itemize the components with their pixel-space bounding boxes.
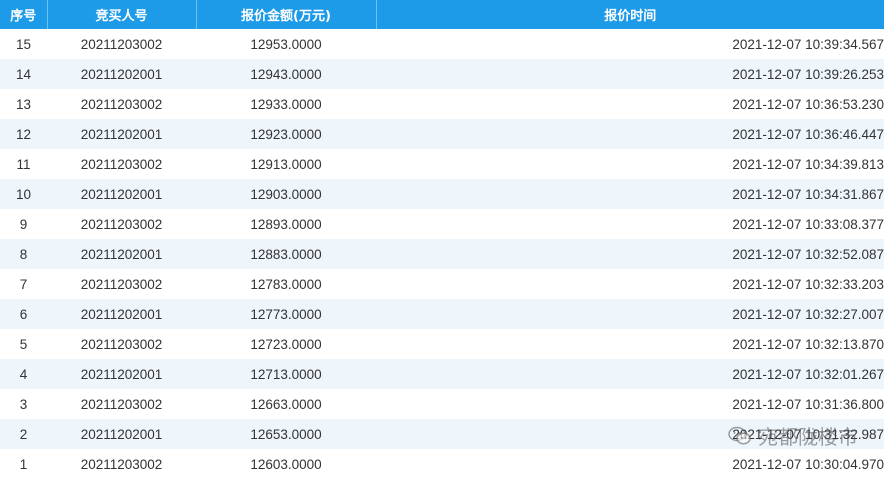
cell-bidder: 20211202001 — [47, 299, 196, 329]
cell-bidder: 20211203002 — [47, 269, 196, 299]
cell-seq: 3 — [0, 389, 47, 419]
cell-time: 2021-12-07 10:39:34.567 — [376, 29, 884, 59]
cell-seq: 11 — [0, 149, 47, 179]
cell-seq: 2 — [0, 419, 47, 449]
cell-seq: 14 — [0, 59, 47, 89]
cell-seq: 12 — [0, 119, 47, 149]
cell-time: 2021-12-07 10:39:26.253 — [376, 59, 884, 89]
table-row: 1 20211203002 12603.0000 2021-12-07 10:30:0… — [0, 449, 884, 479]
header-time: 报价时间 — [376, 0, 884, 29]
cell-amount: 12723.0000 — [196, 329, 376, 359]
cell-bidder: 20211203002 — [47, 449, 196, 479]
cell-time: 2021-12-07 10:34:39.813 — [376, 149, 884, 179]
table-header-row: 序号 竞买人号 报价金额(万元) 报价时间 — [0, 0, 884, 29]
cell-time: 2021-12-07 10:32:27.007 — [376, 299, 884, 329]
cell-seq: 13 — [0, 89, 47, 119]
table-row: 3 20211203002 12663.0000 2021-12-07 10:31:3… — [0, 389, 884, 419]
cell-bidder: 20211202001 — [47, 119, 196, 149]
cell-bidder: 20211203002 — [47, 149, 196, 179]
cell-bidder: 20211203002 — [47, 29, 196, 59]
table-row: 6 20211202001 12773.0000 2021-12-07 10:32:2… — [0, 299, 884, 329]
cell-amount: 12773.0000 — [196, 299, 376, 329]
cell-time: 2021-12-07 10:34:31.867 — [376, 179, 884, 209]
table-row: 13 20211203002 12933.0000 2021-12-07 10:36:… — [0, 89, 884, 119]
cell-amount: 12893.0000 — [196, 209, 376, 239]
cell-seq: 9 — [0, 209, 47, 239]
table-row: 14 20211202001 12943.0000 2021-12-07 10:39:… — [0, 59, 884, 89]
cell-seq: 5 — [0, 329, 47, 359]
cell-bidder: 20211203002 — [47, 209, 196, 239]
cell-amount: 12953.0000 — [196, 29, 376, 59]
cell-seq: 10 — [0, 179, 47, 209]
table-row: 11 20211203002 12913.0000 2021-12-07 10:34:… — [0, 149, 884, 179]
cell-amount: 12783.0000 — [196, 269, 376, 299]
cell-time: 2021-12-07 10:32:33.203 — [376, 269, 884, 299]
cell-seq: 1 — [0, 449, 47, 479]
cell-bidder: 20211203002 — [47, 89, 196, 119]
cell-seq: 7 — [0, 269, 47, 299]
bid-history-table: 序号 竞买人号 报价金额(万元) 报价时间 15 20211203002 12953… — [0, 0, 884, 479]
table-row: 5 20211203002 12723.0000 2021-12-07 10:32:1… — [0, 329, 884, 359]
cell-time: 2021-12-07 10:32:13.870 — [376, 329, 884, 359]
cell-time: 2021-12-07 10:36:46.447 — [376, 119, 884, 149]
cell-time: 2021-12-07 10:32:52.087 — [376, 239, 884, 269]
cell-amount: 12903.0000 — [196, 179, 376, 209]
cell-seq: 6 — [0, 299, 47, 329]
table-row: 7 20211203002 12783.0000 2021-12-07 10:32:3… — [0, 269, 884, 299]
cell-time: 2021-12-07 10:36:53.230 — [376, 89, 884, 119]
table-header: 序号 竞买人号 报价金额(万元) 报价时间 — [0, 0, 884, 29]
table-row: 2 20211202001 12653.0000 2021-12-07 10:31:3… — [0, 419, 884, 449]
header-amount: 报价金额(万元) — [196, 0, 377, 29]
cell-amount: 12923.0000 — [196, 119, 376, 149]
table-row: 9 20211203002 12893.0000 2021-12-07 10:33:0… — [0, 209, 884, 239]
cell-bidder: 20211202001 — [47, 419, 196, 449]
cell-amount: 12713.0000 — [196, 359, 376, 389]
cell-time: 2021-12-07 10:31:36.800 — [376, 389, 884, 419]
table-body: 15 20211203002 12953.0000 2021-12-07 10:39:… — [0, 29, 884, 479]
cell-amount: 12943.0000 — [196, 59, 376, 89]
cell-amount: 12913.0000 — [196, 149, 376, 179]
table-row: 4 20211202001 12713.0000 2021-12-07 10:32:0… — [0, 359, 884, 389]
cell-bidder: 20211202001 — [47, 59, 196, 89]
cell-time: 2021-12-07 10:33:08.377 — [376, 209, 884, 239]
cell-amount: 12883.0000 — [196, 239, 376, 269]
cell-amount: 12603.0000 — [196, 449, 376, 479]
cell-amount: 12933.0000 — [196, 89, 376, 119]
cell-bidder: 20211203002 — [47, 389, 196, 419]
cell-amount: 12653.0000 — [196, 419, 376, 449]
cell-seq: 4 — [0, 359, 47, 389]
cell-bidder: 20211202001 — [47, 359, 196, 389]
cell-bidder: 20211202001 — [47, 239, 196, 269]
cell-amount: 12663.0000 — [196, 389, 376, 419]
table-row: 10 20211202001 12903.0000 2021-12-07 10:34:… — [0, 179, 884, 209]
header-bidder: 竞买人号 — [47, 0, 197, 29]
table-row: 15 20211203002 12953.0000 2021-12-07 10:39:… — [0, 29, 884, 59]
cell-time: 2021-12-07 10:30:04.970 — [376, 449, 884, 479]
table-row: 12 20211202001 12923.0000 2021-12-07 10:36:… — [0, 119, 884, 149]
table-row: 8 20211202001 12883.0000 2021-12-07 10:32:5… — [0, 239, 884, 269]
header-seq: 序号 — [0, 0, 48, 29]
cell-seq: 8 — [0, 239, 47, 269]
cell-seq: 15 — [0, 29, 47, 59]
cell-bidder: 20211202001 — [47, 179, 196, 209]
cell-time: 2021-12-07 10:31:32.987 — [376, 419, 884, 449]
cell-time: 2021-12-07 10:32:01.267 — [376, 359, 884, 389]
cell-bidder: 20211203002 — [47, 329, 196, 359]
